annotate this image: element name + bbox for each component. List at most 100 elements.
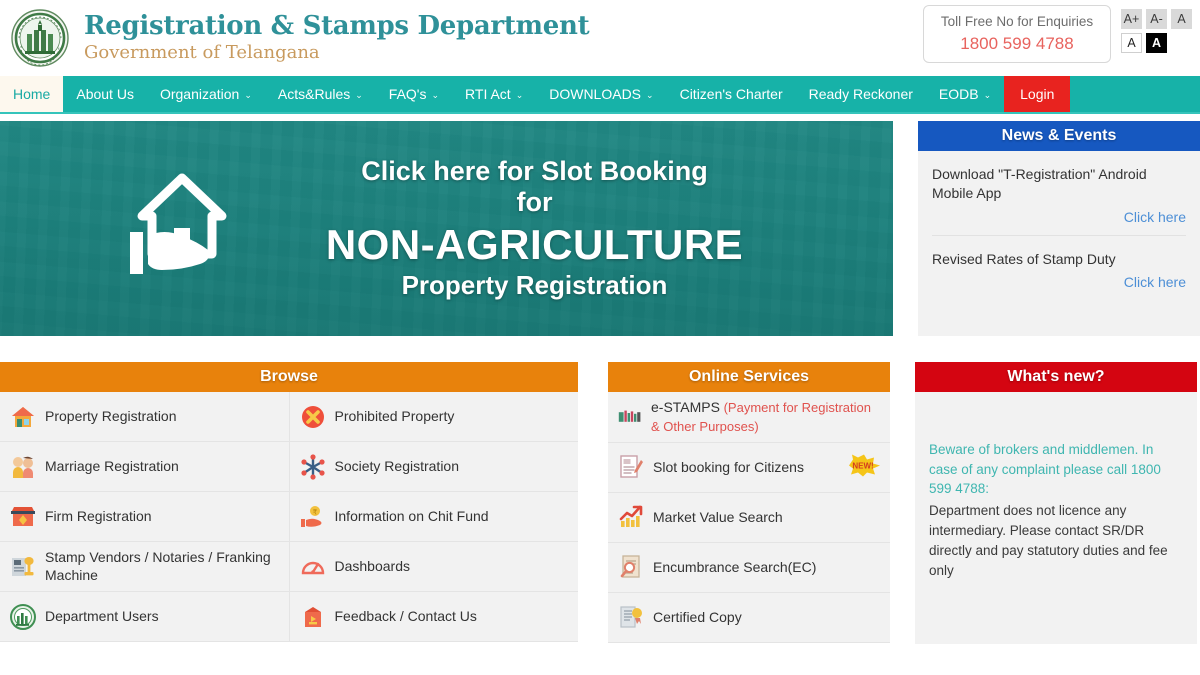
feedback-box-icon	[300, 604, 326, 630]
online-services-panel: Online Services e-STAMPS (Payment for Re…	[608, 362, 890, 643]
whats-new-body: Beware of brokers and middlemen. In case…	[915, 392, 1197, 582]
nav-item-faq-s[interactable]: FAQ's ⌄	[376, 76, 452, 112]
service-item[interactable]: e-STAMPS (Payment for Registration & Oth…	[608, 392, 890, 443]
nav-item-label: RTI Act	[465, 86, 511, 102]
nav-item-label: About Us	[76, 86, 134, 102]
nav-item-label: Organization	[159, 86, 240, 102]
browse-item[interactable]: ₹ Information on Chit Fund	[289, 492, 578, 542]
nav-item-acts-rules[interactable]: Acts&Rules ⌄	[265, 76, 376, 112]
top-content-row: Click here for Slot Booking for NON-AGRI…	[0, 114, 1200, 336]
nav-item-eodb[interactable]: EODB ⌄	[926, 76, 1004, 112]
nav-item-organization[interactable]: Organization ⌄	[147, 76, 265, 112]
whats-new-spacer	[929, 404, 1183, 440]
nav-item-about-us[interactable]: About Us	[63, 76, 147, 112]
chevron-down-icon: ⌄	[355, 89, 363, 100]
nav-item-rti-act[interactable]: RTI Act ⌄	[452, 76, 536, 112]
news-item-link[interactable]: Click here	[932, 209, 1186, 225]
nav-item-citizen-s-charter[interactable]: Citizen's Charter	[667, 76, 796, 112]
chevron-down-icon: ⌄	[983, 89, 992, 100]
browse-item[interactable]: Department Users	[0, 592, 289, 642]
browse-item[interactable]: Dashboards	[289, 542, 578, 592]
service-item[interactable]: Encumbrance Search(EC)	[608, 543, 890, 593]
nav-item-label: DOWNLOADS	[549, 86, 642, 102]
contrast-controls: A A	[1121, 33, 1192, 53]
font-decrease-button[interactable]: A-	[1146, 9, 1167, 29]
society-network-icon	[300, 453, 326, 480]
service-item-title: Encumbrance Search(EC)	[653, 559, 817, 576]
news-item-link[interactable]: Click here	[932, 274, 1186, 290]
service-item[interactable]: Slot booking for Citizens NEW!	[608, 443, 890, 493]
browse-item[interactable]: Stamp Vendors / Notaries / Franking Mach…	[0, 542, 289, 592]
news-events-list: Download "T-Registration" Android Mobile…	[918, 151, 1200, 300]
main-navigation: Home About Us Organization ⌄ Acts&Rules ⌄ FAQ'…	[0, 76, 1200, 114]
banner-line-1: Click here for Slot Booking	[361, 155, 708, 186]
browse-item[interactable]: Feedback / Contact Us	[289, 592, 578, 642]
chevron-down-icon: ⌄	[515, 89, 524, 100]
normal-contrast-button[interactable]: A	[1121, 33, 1142, 53]
nav-item-home[interactable]: Home	[0, 76, 64, 112]
slot-booking-banner[interactable]: Click here for Slot Booking for NON-AGRI…	[0, 121, 893, 336]
tollfree-box: Toll Free No for Enquiries 1800 599 4788	[923, 5, 1111, 63]
document-magnifier-icon	[618, 554, 644, 580]
bottom-content-row: Browse Property Registration Marriage Reg…	[0, 362, 1200, 644]
nav-item-label: Ready Reckoner	[808, 86, 913, 102]
browse-item[interactable]: Property Registration	[0, 392, 289, 442]
chevron-down-icon: ⌄	[646, 89, 654, 100]
nav-item-label: Home	[13, 86, 51, 102]
nav-item-ready-reckoner[interactable]: Ready Reckoner	[796, 76, 926, 112]
new-badge-icon: NEW!	[847, 454, 881, 481]
browse-item[interactable]: Prohibited Property	[289, 392, 578, 442]
news-events-panel: News & Events Download "T-Registration" …	[918, 121, 1200, 336]
coin-in-hand-icon: ₹	[300, 504, 326, 530]
page-subtitle: Government of Telangana	[84, 41, 320, 63]
browse-panel: Browse Property Registration Marriage Reg…	[0, 362, 578, 642]
nav-item-label: Login	[1020, 86, 1055, 102]
browse-item-label: Society Registration	[334, 457, 460, 474]
nav-item-label: Citizen's Charter	[679, 86, 783, 102]
site-header: Registration & Stamps Department Governm…	[0, 0, 1200, 76]
online-services-list: e-STAMPS (Payment for Registration & Oth…	[608, 392, 890, 643]
high-contrast-button[interactable]: A	[1146, 33, 1167, 53]
browse-item[interactable]: Firm Registration	[0, 492, 289, 542]
emblem-icon	[10, 603, 36, 630]
tollfree-number: 1800 599 4788	[960, 33, 1074, 53]
service-item[interactable]: Certified Copy	[608, 593, 890, 643]
nav-item-label: FAQ's	[388, 86, 427, 102]
news-item: Download "T-Registration" Android Mobile…	[932, 151, 1186, 235]
service-item-title: Market Value Search	[653, 509, 783, 526]
browse-column-left: Property Registration Marriage Registrati…	[0, 392, 290, 642]
house-in-hand-icon	[128, 170, 236, 287]
couple-icon	[10, 454, 36, 480]
service-item-title: Certified Copy	[653, 609, 742, 626]
gauge-icon	[300, 554, 326, 580]
service-item-title: e-STAMPS	[651, 399, 720, 415]
tollfree-label: Toll Free No for Enquiries	[940, 14, 1094, 29]
whats-new-panel: What's new? Beware of brokers and middle…	[915, 362, 1197, 644]
browse-item-label: Dashboards	[334, 557, 411, 574]
svg-text:₹: ₹	[312, 508, 317, 516]
banner-line-4: Property Registration	[401, 270, 668, 301]
service-item-label: Certified Copy	[653, 608, 742, 626]
service-item-label: Market Value Search	[653, 508, 783, 526]
nav-item-login[interactable]: Login	[1004, 76, 1071, 112]
news-events-title: News & Events	[918, 121, 1200, 151]
font-reset-button[interactable]: A	[1171, 9, 1192, 29]
header-utilities: Toll Free No for Enquiries 1800 599 4788…	[923, 5, 1192, 63]
firm-icon	[10, 504, 36, 530]
certified-document-icon	[618, 604, 644, 630]
news-item-text: Download "T-Registration" Android Mobile…	[932, 166, 1147, 202]
browse-item[interactable]: Society Registration	[289, 442, 578, 492]
document-pen-icon	[618, 454, 644, 480]
service-item[interactable]: Market Value Search	[608, 493, 890, 543]
service-item-label: Encumbrance Search(EC)	[653, 558, 816, 576]
service-item-label: Slot booking for Citizens	[653, 458, 804, 476]
browse-item[interactable]: Marriage Registration	[0, 442, 289, 492]
chevron-down-icon: ⌄	[431, 89, 440, 100]
browse-item-label: Department Users	[45, 607, 159, 624]
browse-title: Browse	[0, 362, 578, 392]
telangana-government-emblem-icon	[4, 5, 76, 71]
nav-item-downloads[interactable]: DOWNLOADS ⌄	[536, 76, 666, 112]
banner-line-3: NON-AGRICULTURE	[325, 221, 744, 269]
service-item-label: e-STAMPS (Payment for Registration & Oth…	[651, 398, 880, 436]
font-increase-button[interactable]: A+	[1121, 9, 1142, 29]
